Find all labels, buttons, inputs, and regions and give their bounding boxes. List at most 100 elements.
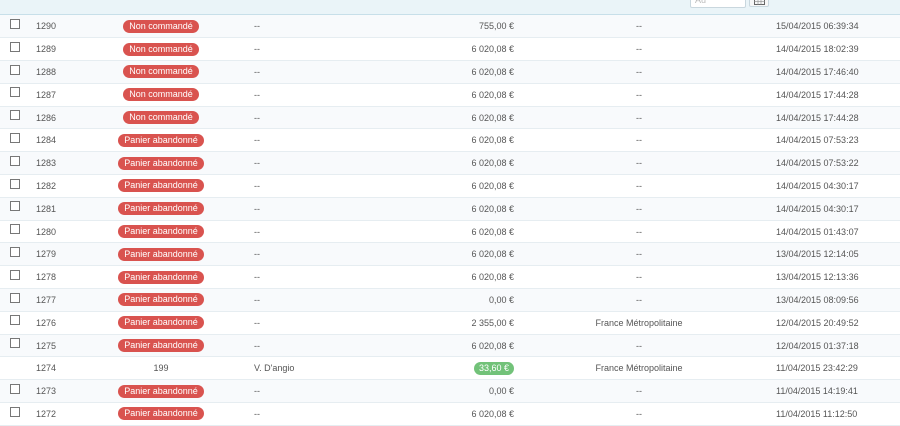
- customer-cell: --: [236, 60, 354, 84]
- table-row[interactable]: 1287 Non commandé -- 6 020,08 € -- 14/04/2015…: [0, 83, 900, 107]
- row-checkbox[interactable]: [10, 292, 20, 303]
- row-checkbox[interactable]: [10, 87, 20, 98]
- order-date: 14/04/2015 07:53:23: [776, 135, 859, 146]
- order-id: 1282: [36, 180, 57, 191]
- customer-cell: --: [236, 379, 354, 404]
- total-amount: 6 020,08 €: [471, 44, 514, 55]
- total-amount: 6 020,08 €: [471, 158, 514, 169]
- order-id-cell: 1276: [30, 311, 86, 335]
- table-row[interactable]: 1290 Non commandé -- 755,00 € -- 15/04/2015 0…: [0, 15, 900, 39]
- total-cell: 755,00 €: [354, 15, 514, 39]
- carrier-cell: France Métropolitaine: [514, 311, 764, 335]
- table-row[interactable]: 1272 Panier abandonné -- 6 020,08 € -- 11/04/…: [0, 402, 900, 426]
- order-date: 12/04/2015 01:37:18: [776, 340, 859, 351]
- total-amount: 6 020,08 €: [471, 408, 514, 419]
- row-checkbox[interactable]: [10, 383, 20, 394]
- table-row[interactable]: 1281 Panier abandonné -- 6 020,08 € -- 14/04/…: [0, 197, 900, 221]
- row-checkbox[interactable]: [10, 155, 20, 166]
- customer-cell: --: [236, 220, 354, 244]
- row-checkbox[interactable]: [10, 41, 20, 52]
- order-id: 1273: [36, 386, 57, 397]
- table-row[interactable]: 1276 Panier abandonné -- 2 355,00 € France M…: [0, 311, 900, 335]
- row-checkbox[interactable]: [10, 201, 20, 212]
- carrier-zone: --: [636, 21, 642, 32]
- carrier-cell: --: [514, 37, 764, 62]
- table-row[interactable]: 1283 Panier abandonné -- 6 020,08 € -- 14/04/…: [0, 151, 900, 176]
- customer-cell: --: [236, 106, 354, 130]
- status-badge: Panier abandonné: [118, 316, 204, 330]
- calendar-button[interactable]: [749, 0, 769, 7]
- table-row[interactable]: 1273 Panier abandonné -- 0,00 € -- 11/04/2015…: [0, 379, 900, 404]
- status-cell: Panier abandonné: [86, 242, 236, 267]
- table-row[interactable]: 1284 Panier abandonné -- 6 020,08 € -- 14/04/…: [0, 128, 900, 153]
- table-row[interactable]: 1280 Panier abandonné -- 6 020,08 € -- 14/04/…: [0, 220, 900, 244]
- table-row[interactable]: 1279 Panier abandonné -- 6 020,08 € -- 13/04/…: [0, 242, 900, 267]
- row-checkbox[interactable]: [10, 315, 20, 326]
- carrier-zone: --: [636, 112, 642, 123]
- row-checkbox[interactable]: [10, 224, 20, 235]
- carrier-zone: --: [636, 249, 642, 260]
- row-checkbox[interactable]: [10, 110, 20, 121]
- row-checkbox[interactable]: [10, 178, 20, 189]
- order-id: 1288: [36, 66, 57, 77]
- customer-name: V. D'angio: [254, 363, 295, 374]
- status-cell: Non commandé: [86, 37, 236, 62]
- status-cell: Non commandé: [86, 83, 236, 107]
- row-checkbox[interactable]: [10, 133, 20, 143]
- row-checkbox[interactable]: [10, 338, 20, 349]
- order-id: 1276: [36, 317, 57, 328]
- status-cell: Panier abandonné: [86, 288, 236, 312]
- row-select-cell: [0, 334, 30, 358]
- order-id: 1279: [36, 249, 57, 260]
- row-checkbox[interactable]: [10, 246, 20, 257]
- table-row[interactable]: 1282 Panier abandonné -- 6 020,08 € -- 14/04/…: [0, 174, 900, 198]
- order-date: 14/04/2015 18:02:39: [776, 44, 859, 55]
- table-row[interactable]: 1288 Non commandé -- 6 020,08 € -- 14/04/2015…: [0, 60, 900, 84]
- status-badge: Panier abandonné: [118, 133, 204, 147]
- row-select-cell: [0, 151, 30, 176]
- row-checkbox[interactable]: [10, 18, 20, 29]
- total-cell: 33,60 €: [354, 356, 514, 381]
- order-id-cell: 1290: [30, 15, 86, 39]
- customer-name: --: [254, 21, 260, 32]
- order-date: 14/04/2015 04:30:17: [776, 203, 859, 214]
- carrier-zone: --: [636, 272, 642, 283]
- status-cell: Panier abandonné: [86, 197, 236, 221]
- order-id: 1272: [36, 408, 57, 419]
- status-badge: Panier abandonné: [118, 202, 204, 216]
- date-to-filter-input[interactable]: [690, 0, 746, 8]
- customer-name: --: [254, 408, 260, 419]
- order-date: 14/04/2015 17:46:40: [776, 66, 859, 77]
- customer-name: --: [254, 44, 260, 55]
- carrier-cell: --: [514, 174, 764, 198]
- row-checkbox[interactable]: [10, 269, 20, 280]
- table-row[interactable]: 1277 Panier abandonné -- 0,00 € -- 13/04/2015…: [0, 288, 900, 312]
- customer-name: --: [254, 272, 260, 283]
- carrier-zone: --: [636, 44, 642, 55]
- customer-name: --: [254, 66, 260, 77]
- order-date: 11/04/2015 11:12:50: [776, 408, 858, 419]
- carrier-zone: --: [636, 340, 642, 351]
- row-checkbox[interactable]: [10, 406, 20, 417]
- total-amount: 0,00 €: [488, 386, 514, 397]
- status-cell: Non commandé: [86, 106, 236, 130]
- row-checkbox[interactable]: [10, 64, 20, 75]
- table-row[interactable]: 1275 Panier abandonné -- 6 020,08 € -- 12/04/…: [0, 334, 900, 358]
- row-select-cell: [0, 83, 30, 107]
- status-badge: Panier abandonné: [118, 407, 204, 421]
- table-row[interactable]: 1289 Non commandé -- 6 020,08 € -- 14/04/2015…: [0, 37, 900, 62]
- table-row[interactable]: 1278 Panier abandonné -- 6 020,08 € -- 13/04/…: [0, 265, 900, 290]
- status-badge: Non commandé: [123, 19, 199, 33]
- status-cell: Non commandé: [86, 15, 236, 39]
- total-amount: 0,00 €: [488, 294, 514, 305]
- date-cell: 14/04/2015 18:02:39: [764, 37, 900, 62]
- total-amount: 6 020,08 €: [471, 112, 514, 123]
- row-select-cell: [0, 220, 30, 244]
- order-id: 1289: [36, 44, 57, 55]
- customer-name: --: [254, 89, 260, 100]
- carrier-cell: --: [514, 402, 764, 426]
- row-select-cell: [0, 128, 30, 153]
- carrier-zone: France Métropolitaine: [595, 363, 683, 374]
- table-row[interactable]: 1274 199 V. D'angio 33,60 € France Métropoli…: [0, 356, 900, 381]
- table-row[interactable]: 1286 Non commandé -- 6 020,08 € -- 14/04/2015…: [0, 106, 900, 130]
